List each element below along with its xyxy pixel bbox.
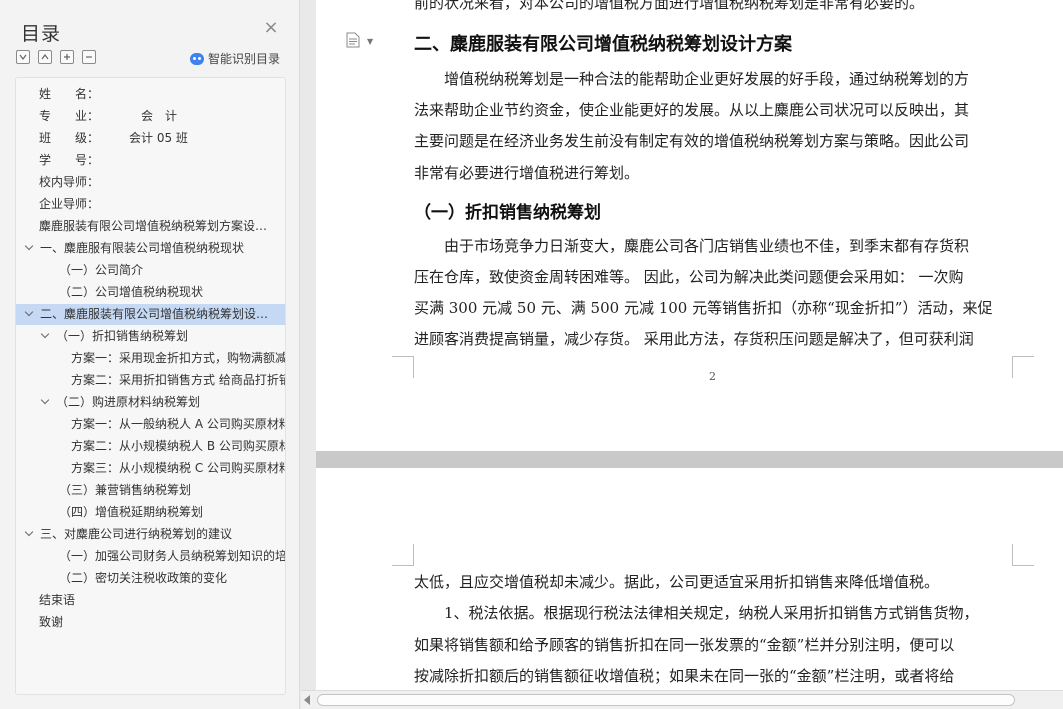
toc-item[interactable]: 三、对麋鹿公司进行纳税筹划的建议 (16, 524, 285, 545)
crop-mark (392, 544, 414, 566)
chevron-down-icon[interactable] (40, 331, 50, 341)
smart-toc-label: 智能识别目录 (208, 52, 281, 66)
toc-item-label: 方案一：从一般纳税人 A 公司购买原材料 (71, 417, 285, 431)
scroll-left-icon[interactable] (304, 695, 310, 705)
toc-list: 姓 名： 专 业： 会 计班 级： 会计 05 班学 号： 校内导师： 企业导师： 麋鹿… (15, 77, 286, 695)
toc-item-label: （四）增值税延期纳税筹划 (59, 505, 204, 519)
toc-item[interactable]: 校内导师： (16, 172, 285, 193)
paragraph-line: 主要问题是在经济业务发生前没有制定有效的增值税纳税筹划方案与策略。因此公司 (414, 132, 970, 150)
remove-heading-icon[interactable] (82, 50, 96, 64)
toc-item-label: （二）购进原材料纳税筹划 (56, 395, 201, 409)
add-heading-icon[interactable] (60, 50, 74, 64)
page-3: 太低，且应交增值税却未减少。据此，公司更适宜采用折扣销售来降低增值税。 1、税法… (316, 468, 1063, 690)
toc-item-label: 三、对麋鹿公司进行纳税筹划的建议 (40, 527, 233, 541)
paragraph-line: 如果将销售额和给予顾客的销售折扣在同一张发票的“金额”栏并分别注明，便可以 (414, 636, 955, 654)
crop-mark (392, 356, 414, 378)
smart-toc-button[interactable]: 智能识别目录 (190, 50, 280, 67)
chevron-down-icon[interactable] (24, 243, 34, 253)
toc-item-label: 方案三：从小规模纳税 C 公司购买原材料 (71, 461, 285, 475)
toc-item-label: 一、麋鹿服有限装公司增值税纳税现状 (40, 241, 245, 255)
paragraph-line: 太低，且应交增值税却未减少。据此，公司更适宜采用折扣销售来降低增值税。 (414, 573, 940, 591)
sidebar-title: 目录 (21, 23, 62, 45)
toc-item-label: 麋鹿服装有限公司增值税纳税筹划方案设计研究 (39, 219, 279, 233)
paragraph-line: 增值税纳税筹划是一种合法的能帮助企业更好发展的好手段，通过纳税筹划的方 (414, 70, 970, 88)
toc-item-label: 方案二：从小规模纳税人 B 公司购买原材料 (71, 439, 285, 453)
toc-item-label: （一）折扣销售纳税筹划 (56, 329, 189, 343)
caret-down-icon[interactable]: ▼ (367, 37, 373, 46)
toc-item[interactable]: （二）购进原材料纳税筹划 (16, 392, 285, 413)
cut-line: 前的状况来看，对本公司的增值税方面进行增值税纳税筹划是非常有必要的。 (414, 0, 925, 12)
paragraph-line: 按减除折扣额后的销售额征收增值税；如果未在同一张的“金额”栏注明，或者将给 (414, 667, 955, 685)
collapse-all-icon[interactable] (38, 50, 52, 64)
toc-item[interactable]: 结束语 (16, 590, 285, 611)
scrollbar-thumb[interactable] (317, 694, 1015, 706)
paragraph-line: 压在仓库，致使资金周转困难等。 因此，公司为解决此类问题便会采用如： 一次购 (414, 268, 964, 286)
toc-item-label: 企业导师： (39, 197, 100, 211)
page-number: 2 (709, 370, 716, 383)
document-window: 目录 × 智能识别目录 姓 名： 专 业： 会 计班 级： 会计 05 班学 号：… (0, 0, 1063, 709)
paragraph-line: 买满 300 元减 50 元、满 500 元减 100 元等销售折扣（亦称“现金… (414, 299, 993, 317)
toc-item[interactable]: 企业导师： (16, 194, 285, 215)
close-icon[interactable]: × (263, 19, 279, 37)
toc-item[interactable]: 班 级： 会计 05 班 (16, 128, 285, 149)
toc-item[interactable]: （三）兼营销售纳税筹划 (16, 480, 285, 501)
toc-item[interactable]: （一）加强公司财务人员纳税筹划知识的培训 (16, 546, 285, 567)
chevron-down-icon[interactable] (40, 397, 50, 407)
toc-sidebar: 目录 × 智能识别目录 姓 名： 专 业： 会 计班 级： 会计 05 班学 号：… (0, 0, 300, 709)
section-heading: 二、麋鹿服装有限公司增值税纳税筹划设计方案 (414, 34, 792, 55)
paragraph-line: 法来帮助企业节约资金，使企业能更好的发展。从以上麋鹿公司状况可以反映出，其 (414, 101, 970, 119)
toc-item[interactable]: 方案三：从小规模纳税 C 公司购买原材料 (16, 458, 285, 479)
page-2: 前的状况来看，对本公司的增值税方面进行增值税纳税筹划是非常有必要的。 二、麋鹿服… (316, 0, 1063, 451)
toc-item-label: 方案二：采用折扣销售方式 给商品打折销售 (71, 373, 285, 387)
page-separator (316, 451, 1063, 468)
toc-item-label: 专 业： 会 计 (39, 109, 178, 123)
toc-item-label: （三）兼营销售纳税筹划 (59, 483, 192, 497)
paragraph-line: 非常有必要进行增值税进行筹划。 (414, 164, 640, 182)
toc-item[interactable]: 学 号： (16, 150, 285, 171)
robot-icon (190, 52, 204, 65)
document-canvas: 前的状况来看，对本公司的增值税方面进行增值税纳税筹划是非常有必要的。 二、麋鹿服… (301, 0, 1063, 709)
toc-item-label: 结束语 (39, 593, 76, 607)
document-outline-icon[interactable] (346, 32, 360, 48)
toc-item-label: （一）公司简介 (59, 263, 144, 277)
toc-item[interactable]: （二）公司增值税纳税现状 (16, 282, 285, 303)
toc-item[interactable]: 方案二：采用折扣销售方式 给商品打折销售 (16, 370, 285, 391)
horizontal-scrollbar[interactable] (301, 690, 1063, 709)
toc-item[interactable]: 专 业： 会 计 (16, 106, 285, 127)
toc-item[interactable]: （一）折扣销售纳税筹划 (16, 326, 285, 347)
toc-item-label: （一）加强公司财务人员纳税筹划知识的培训 (59, 549, 285, 563)
toc-item-label: 姓 名： (39, 87, 100, 101)
toc-item[interactable]: 方案一：从一般纳税人 A 公司购买原材料 (16, 414, 285, 435)
chevron-down-icon[interactable] (24, 529, 34, 539)
toc-item-label: 方案一：采用现金折扣方式，购物满额减价 (71, 351, 285, 365)
toc-item[interactable]: （二）密切关注税收政策的变化 (16, 568, 285, 589)
toc-item-label: （二）密切关注税收政策的变化 (59, 571, 228, 585)
toc-item-label: （二）公司增值税纳税现状 (59, 285, 204, 299)
toc-item-label: 校内导师： (39, 175, 100, 189)
crop-mark (1012, 356, 1034, 378)
toc-item[interactable]: （四）增值税延期纳税筹划 (16, 502, 285, 523)
paragraph-line: 1、税法依据。根据现行税法法律相关规定，纳税人采用折扣销售方式销售货物， (414, 604, 979, 622)
toc-item[interactable]: 致谢 (16, 612, 285, 633)
toc-item[interactable]: 姓 名： (16, 84, 285, 105)
toc-item-label: 致谢 (39, 615, 64, 629)
toc-item-label: 二、麋鹿服装有限公司增值税纳税筹划设计方案 (40, 307, 280, 321)
toc-item-label: 班 级： 会计 05 班 (39, 131, 188, 145)
toc-item[interactable]: 一、麋鹿服有限装公司增值税纳税现状 (16, 238, 285, 259)
toc-toolbar (16, 50, 96, 64)
toc-item-label: 学 号： (39, 153, 100, 167)
toc-item[interactable]: （一）公司简介 (16, 260, 285, 281)
toc-item[interactable]: 方案一：采用现金折扣方式，购物满额减价 (16, 348, 285, 369)
crop-mark (1012, 544, 1034, 566)
toc-item[interactable]: 麋鹿服装有限公司增值税纳税筹划方案设计研究 (16, 216, 285, 237)
chevron-down-icon[interactable] (24, 309, 34, 319)
paragraph-line: 进顾客消费提高销量，减少存货。 采用此方法，存货积压问题是解决了，但可获利润 (414, 330, 974, 348)
expand-all-icon[interactable] (16, 50, 30, 64)
paragraph-line: 由于市场竞争力日渐变大，麋鹿公司各门店销售业绩也不佳，到季末都有存货积 (414, 237, 970, 255)
toc-item[interactable]: 二、麋鹿服装有限公司增值税纳税筹划设计方案 (16, 304, 285, 325)
toc-item[interactable]: 方案二：从小规模纳税人 B 公司购买原材料 (16, 436, 285, 457)
subsection-heading: （一）折扣销售纳税筹划 (414, 203, 601, 223)
